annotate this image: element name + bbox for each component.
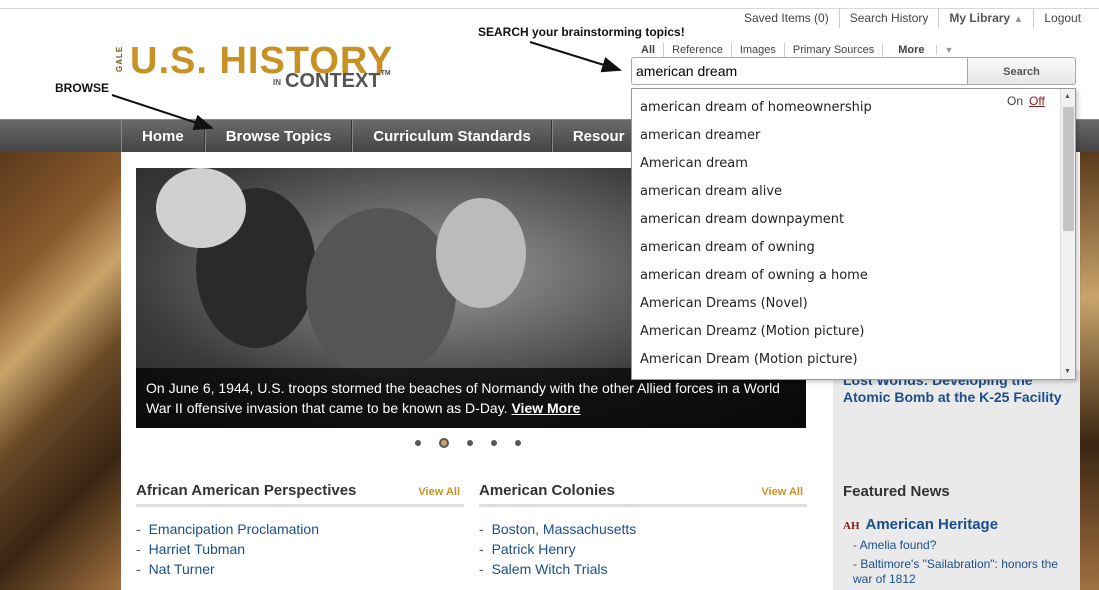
tab-primary-sources[interactable]: Primary Sources — [783, 43, 882, 57]
my-library-menu[interactable]: My Library ▲ — [938, 8, 1033, 28]
site-logo[interactable]: GALE U.S. HISTORY IN CONTEXTTM — [115, 40, 405, 100]
bandage — [156, 168, 246, 248]
list-item: - Harriet Tubman — [136, 541, 246, 557]
search-button[interactable]: Search — [967, 57, 1076, 85]
topic-link[interactable]: Patrick Henry — [492, 541, 576, 557]
view-more-link[interactable]: View More — [511, 400, 580, 416]
tab-more[interactable]: More ▼ — [882, 43, 969, 57]
suggestion-item[interactable]: American Dreams (Novel) — [640, 294, 872, 322]
search-history-link[interactable]: Search History — [838, 8, 939, 28]
nav-curriculum-standards[interactable]: Curriculum Standards — [352, 120, 552, 153]
view-all-link[interactable]: View All — [761, 486, 803, 498]
news-link[interactable]: Amelia found? — [860, 538, 937, 552]
suggestion-item[interactable]: American Dreamz (Motion picture) — [640, 322, 872, 350]
autocomplete-on[interactable]: On — [1007, 94, 1023, 108]
carousel-dots — [406, 438, 530, 448]
section-african-american-perspectives: African American Perspectives View All -… — [136, 482, 464, 581]
carousel-dot[interactable] — [467, 440, 473, 446]
scroll-up-icon[interactable]: ▲ — [1064, 93, 1071, 100]
featured-source-label: American Heritage — [865, 516, 999, 533]
list-item: - Baltimore's "Sailabration": honors the… — [853, 557, 1058, 586]
section-american-colonies: American Colonies View All - Boston, Mas… — [479, 482, 807, 581]
scroll-down-icon[interactable]: ▼ — [1064, 368, 1071, 375]
suggestion-item[interactable]: american dream of homeownership — [640, 98, 872, 126]
tab-reference[interactable]: Reference — [663, 43, 731, 57]
carousel-dot[interactable] — [515, 440, 521, 446]
logo-tm: TM — [380, 70, 391, 77]
gale-wordmark: GALE — [115, 45, 124, 72]
logo-context-text: CONTEXT — [285, 70, 381, 92]
nav-home[interactable]: Home — [121, 120, 205, 153]
section-title: African American Perspectives — [136, 482, 464, 507]
suggestion-item[interactable]: American dream — [640, 154, 872, 182]
featured-news-title: Featured News — [843, 483, 950, 500]
search-scope-tabs: All Reference Images Primary Sources Mor… — [634, 43, 969, 57]
list-item: - Amelia found? — [853, 538, 937, 552]
list-item: - Nat Turner — [136, 561, 215, 577]
background-painting-right — [1080, 152, 1099, 590]
list-item: - Salem Witch Trials — [479, 561, 608, 577]
scrollbar-thumb[interactable] — [1063, 107, 1074, 231]
topic-link[interactable]: Harriet Tubman — [149, 541, 245, 557]
my-library-label: My Library — [949, 11, 1011, 25]
logout-link[interactable]: Logout — [1033, 8, 1091, 28]
tab-more-label: More — [898, 44, 925, 56]
carousel-dot-active[interactable] — [439, 438, 449, 448]
suggestion-item[interactable]: american dream of owning — [640, 238, 872, 266]
list-item: - Patrick Henry — [479, 541, 576, 557]
suggestion-item[interactable]: american dreamer — [640, 126, 872, 154]
dropdown-scrollbar[interactable]: ▲ ▼ — [1060, 89, 1075, 379]
bandaged-soldier — [436, 198, 526, 308]
autocomplete-off[interactable]: Off — [1029, 94, 1045, 108]
suggestion-item[interactable]: american dream downpayment — [640, 210, 872, 238]
featured-source[interactable]: AH American Heritage — [843, 516, 998, 533]
nav-browse-topics[interactable]: Browse Topics — [204, 120, 353, 153]
saved-items-link[interactable]: Saved Items (0) — [734, 8, 839, 28]
list-item: - Boston, Massachusetts — [479, 521, 637, 537]
browse-annotation: BROWSE — [55, 81, 109, 95]
search-input[interactable]: american dream — [631, 57, 968, 85]
carousel-dot[interactable] — [491, 440, 497, 446]
view-all-link[interactable]: View All — [418, 486, 460, 498]
topic-link[interactable]: Salem Witch Trials — [492, 561, 608, 577]
news-link[interactable]: Baltimore's "Sailabration": honors the w… — [853, 557, 1058, 586]
suggestion-item[interactable]: american dream of owning a home — [640, 266, 872, 294]
search-annotation: SEARCH your brainstorming topics! — [478, 25, 685, 39]
topic-link[interactable]: Emancipation Proclamation — [149, 521, 319, 537]
utility-nav: Saved Items (0) Search History My Librar… — [734, 8, 1091, 28]
logo-context: CONTEXTTM — [285, 70, 391, 93]
tab-all[interactable]: All — [634, 43, 663, 57]
chevron-down-icon: ▼ — [935, 45, 962, 55]
tab-images[interactable]: Images — [730, 43, 784, 57]
triangle-up-icon: ▲ — [1013, 14, 1024, 25]
soldier-face — [306, 208, 456, 378]
logo-in: IN — [273, 78, 281, 87]
list-item: - Emancipation Proclamation — [136, 521, 319, 537]
autocomplete-toggle: On Off — [1007, 94, 1045, 108]
topic-link[interactable]: Boston, Massachusetts — [492, 521, 637, 537]
carousel-dot[interactable] — [415, 440, 421, 446]
suggestion-item[interactable]: American Dream (Motion picture) — [640, 350, 872, 378]
autocomplete-dropdown: On Off american dream of homeownership am… — [631, 88, 1076, 380]
search-arrow — [529, 41, 622, 73]
section-title: American Colonies — [479, 482, 807, 507]
american-heritage-logo-icon: AH — [843, 520, 860, 532]
background-painting-left — [0, 152, 122, 590]
topic-link[interactable]: Nat Turner — [149, 561, 215, 577]
hero-caption-text: On June 6, 1944, U.S. troops stormed the… — [146, 380, 780, 416]
suggestion-item[interactable]: american dream alive — [640, 182, 872, 210]
featured-news-list: - Amelia found? - Baltimore's "Sailabrat… — [853, 538, 1058, 590]
